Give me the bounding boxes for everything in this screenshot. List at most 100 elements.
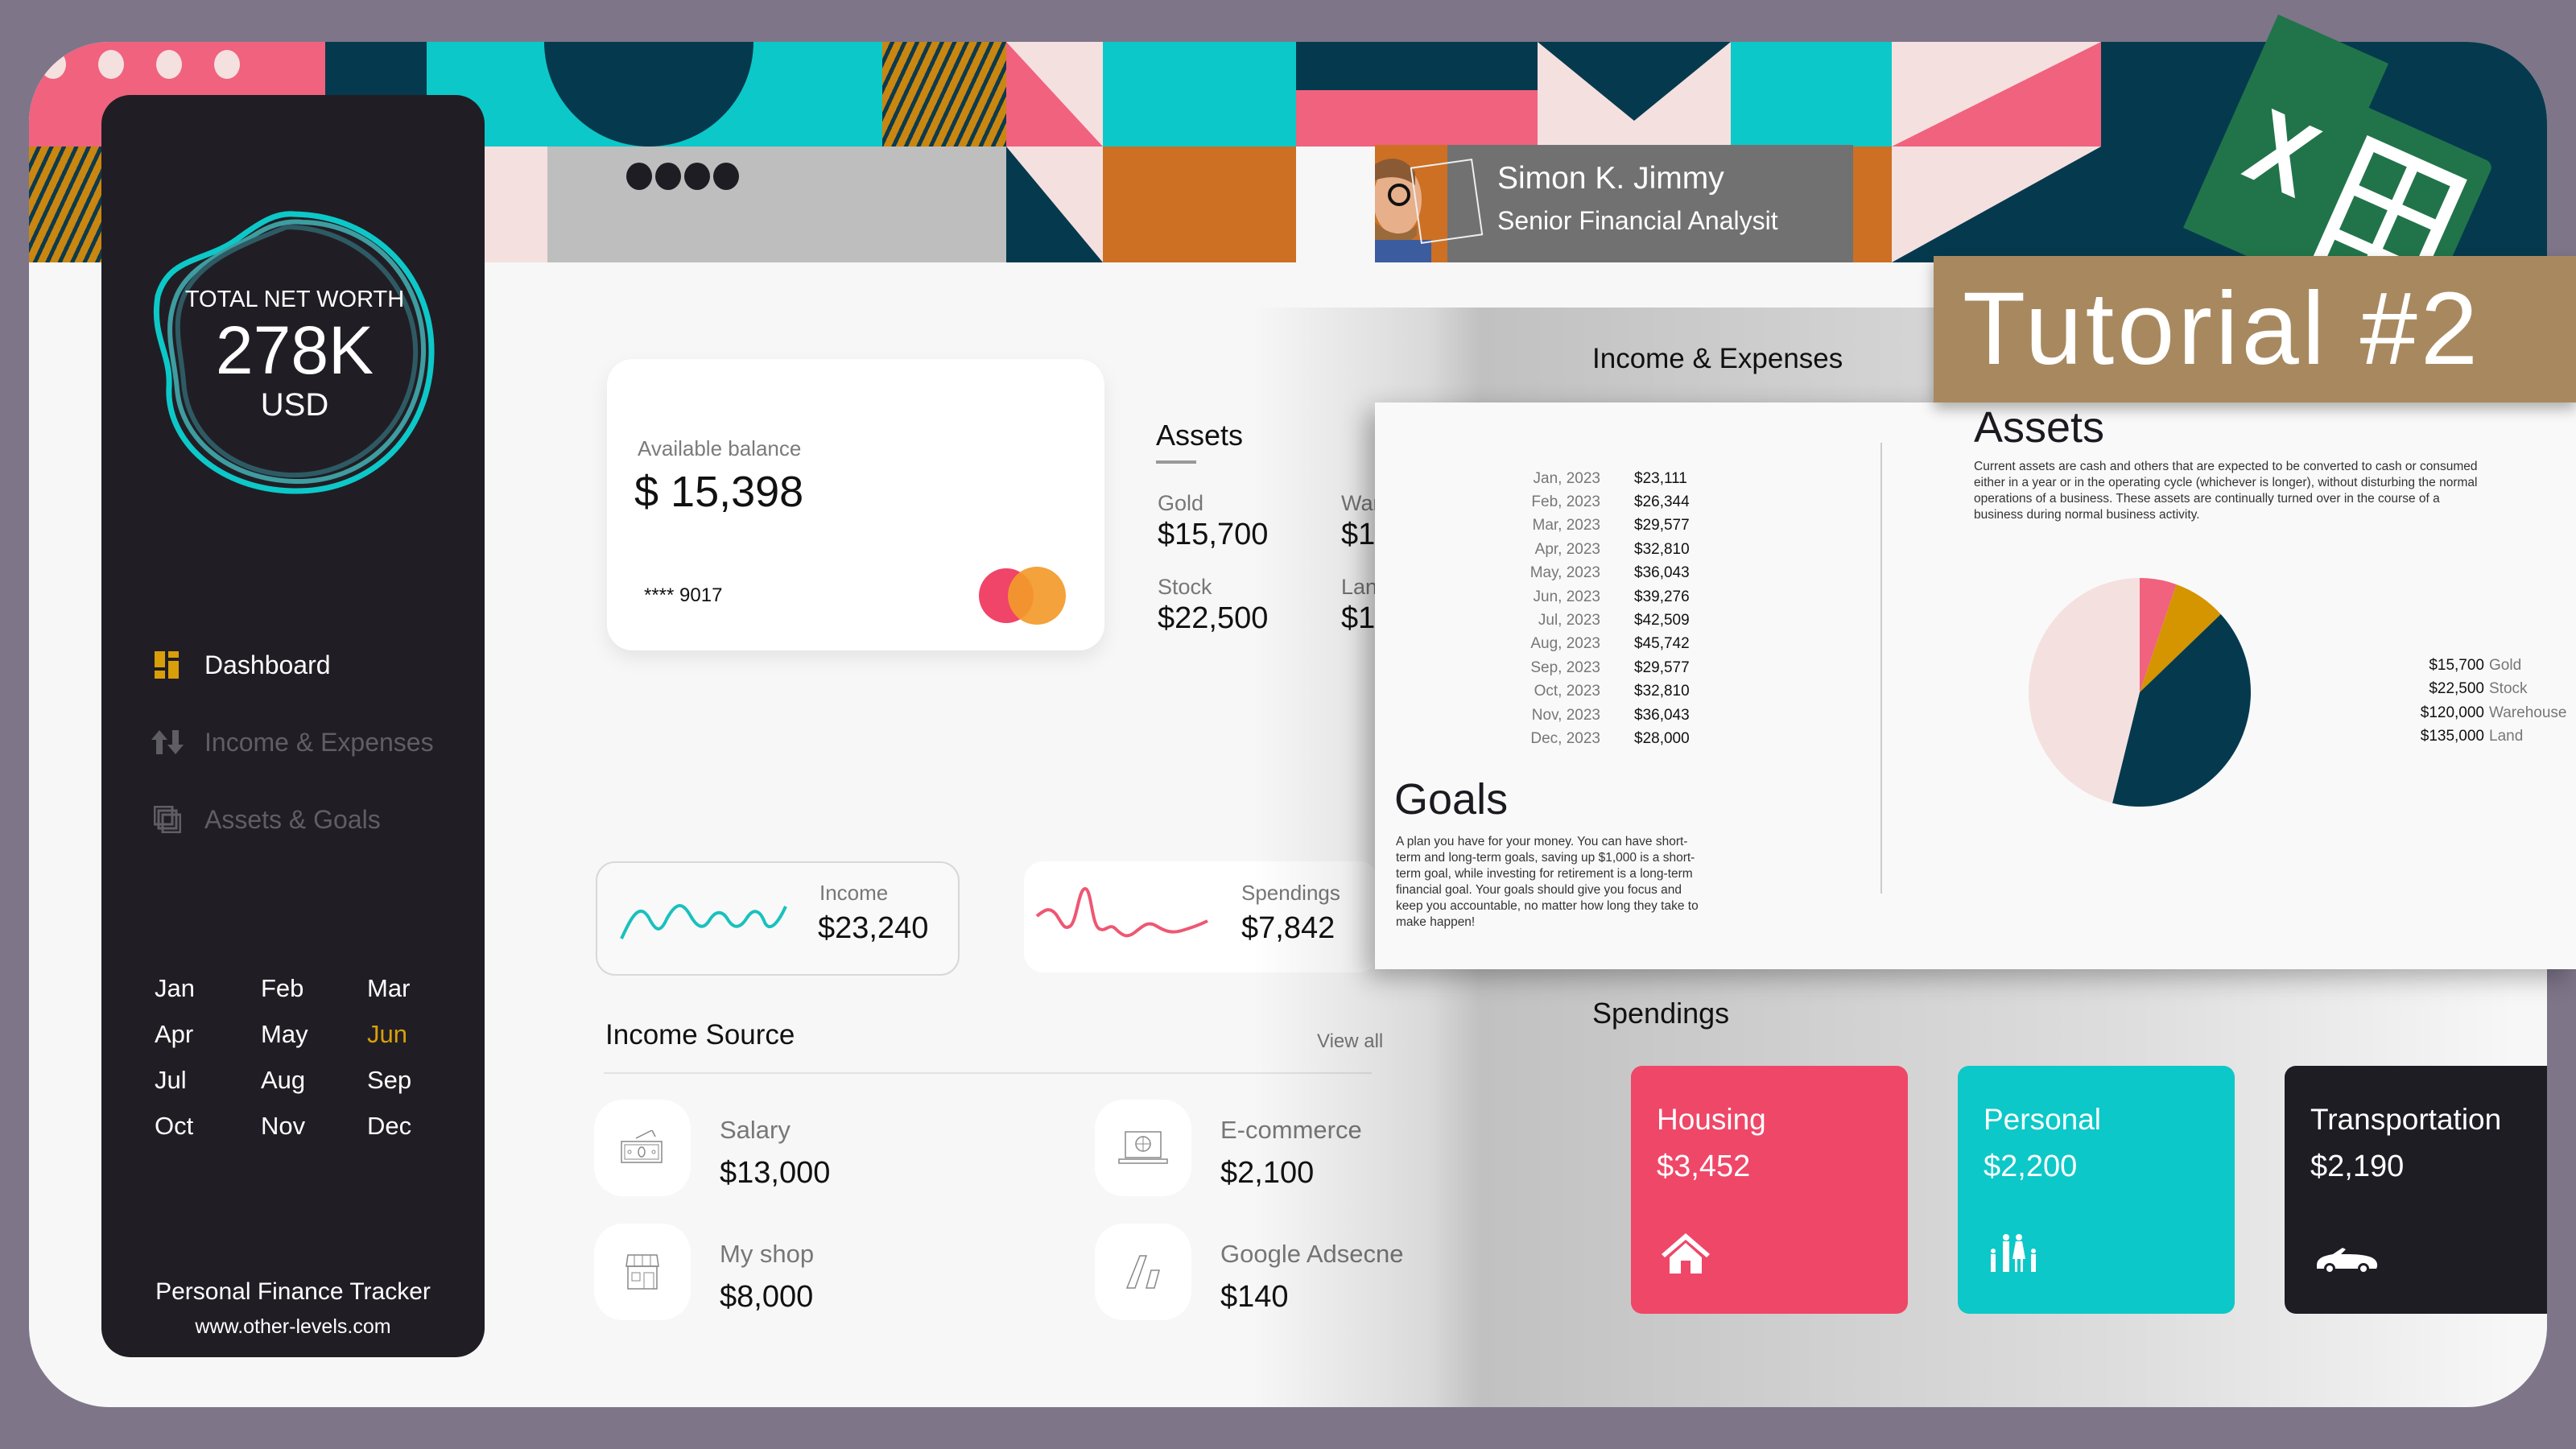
assets-pie-legend: $15,700 Gold $22,500 Stock $120,000 Warehouse… — [2381, 654, 2567, 749]
table-row: Apr, 2023 $32,810 — [1488, 538, 1690, 561]
copy-stack-icon — [150, 806, 185, 833]
income-value: $23,240 — [818, 911, 929, 945]
legend-label: Stock — [2489, 680, 2528, 698]
source-value: $140 — [1220, 1280, 1289, 1314]
asset-land: Lan $1 — [1341, 575, 1377, 636]
asset-label: Stock — [1158, 575, 1212, 599]
banner-dot — [626, 163, 652, 190]
spending-value: $2,190 — [2310, 1150, 2405, 1183]
balance-card: Available balance $ 15,398 **** 9017 — [607, 359, 1104, 650]
assets-panel-title: Assets — [1974, 403, 2105, 452]
row-amount: $29,577 — [1634, 658, 1690, 676]
month-jan[interactable]: Jan — [155, 974, 261, 1009]
asset-value: $15,700 — [1158, 518, 1269, 551]
row-amount: $36,043 — [1634, 706, 1690, 724]
banner-dot — [40, 50, 66, 79]
row-amount: $39,276 — [1634, 588, 1690, 605]
legend-value: $120,000 — [2420, 704, 2484, 721]
view-all-link[interactable]: View all — [1317, 1030, 1383, 1053]
month-dec[interactable]: Dec — [367, 1112, 473, 1147]
month-sep[interactable]: Sep — [367, 1066, 473, 1101]
sidebar-item-dashboard[interactable]: Dashboard — [150, 626, 434, 704]
income-sparkline — [620, 904, 787, 939]
row-month: Jan, 2023 — [1533, 469, 1600, 487]
row-month: Dec, 2023 — [1530, 729, 1600, 747]
source-label: Google Adsecne — [1220, 1240, 1404, 1268]
spending-card-housing[interactable]: Housing $3,452 — [1631, 1066, 1908, 1314]
banner-dot — [713, 163, 739, 190]
table-row: Mar, 2023 $29,577 — [1488, 514, 1690, 538]
balance-value: $ 15,398 — [634, 468, 804, 516]
row-month: Jul, 2023 — [1538, 612, 1600, 630]
banner-dot — [156, 50, 182, 79]
row-amount: $32,810 — [1634, 540, 1690, 558]
month-jul[interactable]: Jul — [155, 1066, 261, 1101]
month-feb[interactable]: Feb — [261, 974, 367, 1009]
month-mar[interactable]: Mar — [367, 974, 473, 1009]
divider — [604, 1072, 1372, 1074]
source-label: Salary — [720, 1116, 791, 1144]
website-link[interactable]: www.other-levels.com — [101, 1315, 485, 1339]
row-month: Apr, 2023 — [1534, 540, 1600, 558]
income-summary-card[interactable]: Income $23,240 — [596, 861, 960, 976]
spending-card-personal[interactable]: Personal $2,200 — [1958, 1066, 2235, 1314]
month-oct[interactable]: Oct — [155, 1112, 261, 1147]
sidebar-item-label: Dashboard — [204, 650, 331, 679]
sidebar-item-label: Assets & Goals — [204, 804, 381, 834]
table-row: Jul, 2023 $42,509 — [1488, 609, 1690, 632]
asset-value: $22,500 — [1158, 601, 1269, 635]
profile-card: Simon K. Jimmy Senior Financial Analysit — [1375, 145, 1853, 262]
row-amount: $45,742 — [1634, 635, 1690, 653]
legend-label: Warehouse — [2489, 704, 2567, 721]
house-icon — [1662, 1233, 1710, 1274]
asset-label: Lan — [1341, 575, 1378, 599]
month-may[interactable]: May — [261, 1020, 367, 1055]
spending-value: $3,452 — [1657, 1150, 1751, 1183]
legend-item: $135,000 Land — [2381, 725, 2566, 749]
asset-value: $1 — [1341, 601, 1376, 635]
asset-stock: Stock $22,500 — [1158, 575, 1268, 636]
banner-dot — [98, 50, 124, 79]
goals-description: A plan you have for your money. You can … — [1396, 835, 1699, 929]
cash-icon — [594, 1100, 691, 1196]
profile-name: Simon K. Jimmy — [1497, 161, 1724, 196]
profile-role: Senior Financial Analysit — [1497, 206, 1778, 235]
spending-value: $2,200 — [1984, 1150, 2078, 1183]
assets-title: Assets — [1156, 419, 1244, 452]
month-apr[interactable]: Apr — [155, 1020, 261, 1055]
banner-dot — [655, 163, 681, 190]
table-row: Sep, 2023 $29,577 — [1488, 656, 1690, 679]
table-row: Nov, 2023 $36,043 — [1488, 704, 1690, 727]
spending-card-transportation[interactable]: Transportation $2,190 — [2285, 1066, 2547, 1314]
storefront-icon — [594, 1224, 691, 1320]
assets-summary: Assets Gold $15,700 Stock $22,500 War $1… — [1156, 419, 1381, 635]
table-row: Dec, 2023 $28,000 — [1488, 727, 1689, 750]
income-expenses-heading: Income & Expenses — [1592, 343, 1843, 374]
legend-value: $15,700 — [2429, 656, 2484, 674]
row-amount: $23,111 — [1634, 469, 1687, 487]
app-title: Personal Finance Tracker — [155, 1278, 431, 1305]
month-jun[interactable]: Jun — [367, 1020, 473, 1055]
sidebar-item-assets-goals[interactable]: Assets & Goals — [150, 781, 434, 858]
sidebar-nav: Dashboard Income & Expenses Assets & Goa… — [150, 626, 434, 858]
net-worth-value: 278K — [215, 312, 374, 388]
month-nov[interactable]: Nov — [261, 1112, 367, 1147]
balance-label: Available balance — [638, 436, 802, 460]
row-month: Nov, 2023 — [1531, 706, 1600, 724]
laptop-globe-icon — [1095, 1100, 1191, 1196]
card-number: **** 9017 — [644, 584, 723, 606]
sidebar-item-income-expenses[interactable]: Income & Expenses — [150, 704, 434, 781]
net-worth-label: TOTAL NET WORTH — [184, 287, 405, 312]
banner-tile — [427, 42, 882, 147]
dashboard-icon — [150, 651, 185, 679]
spending-label: Personal — [1984, 1103, 2102, 1136]
table-row: Aug, 2023 $45,742 — [1488, 633, 1690, 656]
asset-gold: Gold $15,700 — [1158, 491, 1268, 552]
row-month: Aug, 2023 — [1530, 635, 1600, 653]
spendings-value: $7,842 — [1241, 911, 1335, 945]
row-month: Sep, 2023 — [1530, 658, 1600, 676]
spendings-summary-card[interactable]: Spendings $7,842 — [1024, 861, 1378, 972]
legend-item: $120,000 Warehouse — [2381, 701, 2567, 725]
banner-dot — [214, 50, 240, 79]
month-aug[interactable]: Aug — [261, 1066, 367, 1101]
